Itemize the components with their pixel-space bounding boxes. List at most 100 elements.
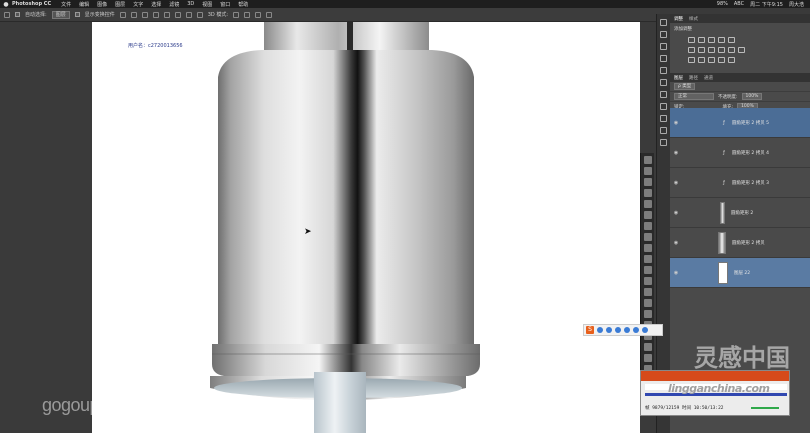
selective-color-icon[interactable] — [718, 57, 725, 63]
hue-sat-icon[interactable] — [688, 47, 695, 53]
levels-icon[interactable] — [698, 37, 705, 43]
marquee-tool-icon[interactable] — [644, 167, 652, 175]
tab-paths[interactable]: 路径 — [689, 75, 698, 81]
gradient-map-icon[interactable] — [728, 57, 735, 63]
bw-icon[interactable] — [708, 47, 715, 53]
menu-image[interactable]: 图像 — [97, 1, 107, 8]
ime-punct-icon[interactable] — [606, 327, 612, 333]
menu-edit[interactable]: 编辑 — [79, 1, 89, 8]
ime-emoji-icon[interactable] — [615, 327, 621, 333]
slide-3d-icon[interactable] — [266, 11, 273, 18]
input-method[interactable]: ABC — [734, 1, 744, 8]
color-icon[interactable] — [660, 115, 667, 122]
auto-select-checkbox[interactable] — [15, 12, 20, 17]
eye-icon[interactable]: ◉ — [670, 180, 682, 186]
stamp-tool-icon[interactable] — [644, 244, 652, 252]
properties-icon[interactable] — [660, 79, 667, 86]
hand-tool-icon[interactable] — [644, 354, 652, 362]
sogou-logo-icon[interactable]: S — [586, 326, 594, 334]
menu-window[interactable]: 窗口 — [220, 1, 230, 8]
eye-icon[interactable]: ◉ — [670, 240, 682, 246]
distribute-icon[interactable] — [185, 11, 192, 18]
curves-icon[interactable] — [708, 37, 715, 43]
tab-styles[interactable]: 样式 — [689, 16, 698, 22]
tab-adjustments[interactable]: 调整 — [674, 16, 683, 22]
tab-layers[interactable]: 图层 — [674, 75, 683, 81]
info-icon[interactable] — [660, 91, 667, 98]
paragraph-icon[interactable] — [660, 67, 667, 74]
history-icon[interactable] — [660, 19, 667, 26]
roll-3d-icon[interactable] — [244, 11, 251, 18]
pen-tool-icon[interactable] — [644, 310, 652, 318]
layer-row[interactable]: ◉ ƒ 圆角矩形 2 拷贝 5 — [670, 108, 810, 138]
align-center-icon[interactable] — [163, 11, 170, 18]
navigator-icon[interactable] — [660, 103, 667, 110]
eye-icon[interactable]: ◉ — [670, 210, 682, 216]
align-left-icon[interactable] — [152, 11, 159, 18]
align-top-icon[interactable] — [119, 11, 126, 18]
vibrance-icon[interactable] — [728, 37, 735, 43]
quick-select-tool-icon[interactable] — [644, 189, 652, 197]
ime-voice-icon[interactable] — [624, 327, 630, 333]
rotate-3d-icon[interactable] — [233, 11, 240, 18]
move-tool-icon[interactable] — [644, 156, 652, 164]
crop-tool-icon[interactable] — [644, 200, 652, 208]
actions-icon[interactable] — [660, 31, 667, 38]
brush-preset-icon[interactable] — [660, 43, 667, 50]
menu-layer[interactable]: 图层 — [115, 1, 125, 8]
align-right-icon[interactable] — [174, 11, 181, 18]
history-brush-tool-icon[interactable] — [644, 255, 652, 263]
layer-row[interactable]: ◉ 圆角矩形 2 — [670, 198, 810, 228]
pan-3d-icon[interactable] — [255, 11, 262, 18]
eye-icon[interactable]: ◉ — [670, 120, 682, 126]
blend-mode-dropdown[interactable]: 正常 — [674, 93, 714, 100]
document-canvas[interactable]: 用户名：c2720013656 ➤ — [92, 22, 640, 433]
eye-icon[interactable]: ◉ — [670, 270, 682, 276]
kind-filter-dropdown[interactable]: ρ 类型 — [674, 83, 696, 90]
dodge-tool-icon[interactable] — [644, 299, 652, 307]
menu-filter[interactable]: 滤镜 — [169, 1, 179, 8]
show-transform-checkbox[interactable] — [74, 12, 80, 17]
opacity-input[interactable]: 100% — [741, 93, 763, 100]
menu-type[interactable]: 文字 — [133, 1, 143, 8]
volume-slider[interactable] — [751, 407, 779, 409]
align-bottom-icon[interactable] — [141, 11, 148, 18]
layer-row[interactable]: ◉ 图层 22 — [670, 258, 810, 288]
exposure-icon[interactable] — [718, 37, 725, 43]
menu-help[interactable]: 帮助 — [238, 1, 248, 8]
brush-tool-icon[interactable] — [644, 233, 652, 241]
user-name[interactable]: 周大浩 — [789, 1, 804, 8]
brightness-icon[interactable] — [688, 37, 695, 43]
character-icon[interactable] — [660, 55, 667, 62]
app-menu[interactable]: Photoshop CC — [12, 1, 51, 7]
channel-mixer-icon[interactable] — [728, 47, 735, 53]
ime-tools-icon[interactable] — [642, 327, 648, 333]
color-lookup-icon[interactable] — [738, 47, 745, 53]
gradient-tool-icon[interactable] — [644, 277, 652, 285]
battery-status[interactable]: 98% — [717, 1, 728, 8]
menu-3d[interactable]: 3D — [187, 1, 194, 7]
align-middle-icon[interactable] — [130, 11, 137, 18]
menu-select[interactable]: 选择 — [151, 1, 161, 8]
eraser-tool-icon[interactable] — [644, 266, 652, 274]
eye-icon[interactable]: ◉ — [670, 150, 682, 156]
photo-filter-icon[interactable] — [718, 47, 725, 53]
shape-tool-icon[interactable] — [644, 343, 652, 351]
clock[interactable]: 周二 下午9:15 — [750, 1, 783, 8]
move-tool-icon[interactable] — [4, 11, 10, 18]
layer-row[interactable]: ◉ ƒ 圆角矩形 2 拷贝 4 — [670, 138, 810, 168]
layer-row[interactable]: ◉ 圆角矩形 2 拷贝 — [670, 228, 810, 258]
ime-mode-icon[interactable] — [597, 327, 603, 333]
apple-icon[interactable]: ● — [0, 1, 12, 8]
color-balance-icon[interactable] — [698, 47, 705, 53]
lasso-tool-icon[interactable] — [644, 178, 652, 186]
ime-skin-icon[interactable] — [633, 327, 639, 333]
blur-tool-icon[interactable] — [644, 288, 652, 296]
menu-view[interactable]: 视图 — [202, 1, 212, 8]
auto-select-dropdown[interactable]: 图层 — [51, 10, 70, 19]
eyedropper-tool-icon[interactable] — [644, 211, 652, 219]
heal-tool-icon[interactable] — [644, 222, 652, 230]
layer-row[interactable]: ◉ ƒ 圆角矩形 2 拷贝 3 — [670, 168, 810, 198]
swatches-icon[interactable] — [660, 127, 667, 134]
posterize-icon[interactable] — [698, 57, 705, 63]
